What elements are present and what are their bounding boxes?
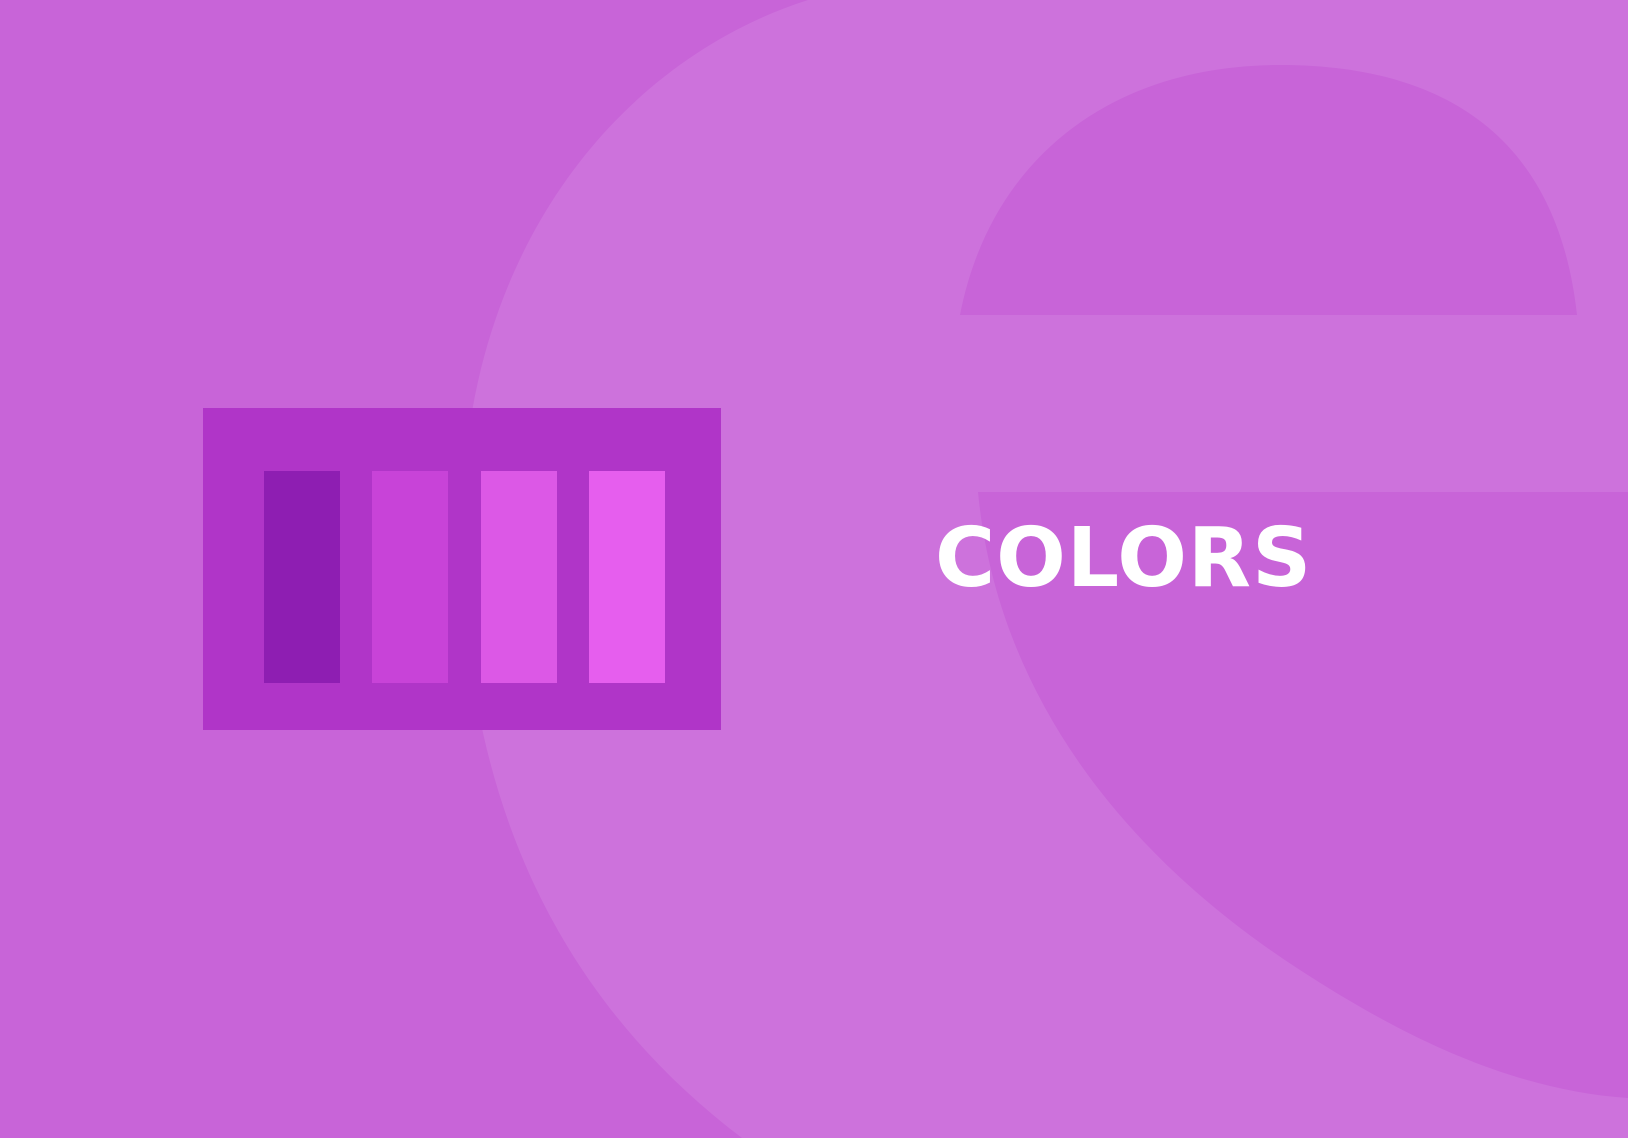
page-title: COLORS xyxy=(935,511,1313,606)
swatch-dark-purple xyxy=(264,471,340,683)
swatch-purple xyxy=(372,471,448,683)
swatch-light-purple xyxy=(481,471,557,683)
slide: COLORS xyxy=(0,0,1628,1138)
swatch-pink-purple xyxy=(589,471,665,683)
color-palette xyxy=(203,408,721,730)
